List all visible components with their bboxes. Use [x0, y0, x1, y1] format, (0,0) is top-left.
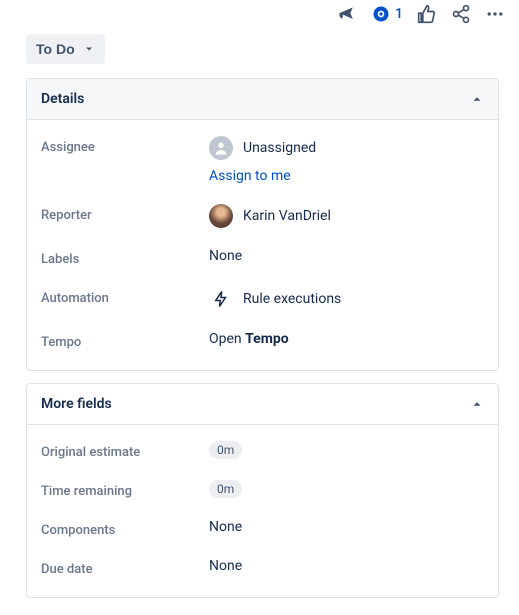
tempo-text: Open Tempo — [209, 331, 289, 347]
tempo-bold: Tempo — [245, 331, 289, 347]
reporter-name: Karin VanDriel — [243, 208, 331, 224]
status-row: To Do — [0, 34, 519, 78]
labels-text: None — [209, 248, 242, 264]
automation-line[interactable]: Rule executions — [209, 287, 341, 311]
original-estimate-label: Original estimate — [41, 441, 209, 460]
assignee-line[interactable]: Unassigned — [209, 136, 316, 160]
assignee-value: Unassigned Assign to me — [209, 136, 316, 184]
reporter-row: Reporter Karin VanDriel — [27, 194, 498, 238]
components-row: Components None — [27, 509, 498, 548]
components-text: None — [209, 519, 242, 535]
due-date-label: Due date — [41, 558, 209, 577]
eye-icon — [371, 4, 391, 24]
more-fields-title: More fields — [41, 396, 112, 412]
automation-label: Automation — [41, 287, 209, 306]
watch-count: 1 — [395, 6, 403, 22]
tempo-label: Tempo — [41, 331, 209, 350]
more-fields-body: Original estimate 0m Time remaining 0m C… — [27, 425, 498, 597]
more-icon[interactable] — [485, 4, 505, 24]
assignee-label: Assignee — [41, 136, 209, 155]
person-icon — [209, 136, 233, 160]
time-remaining-pill: 0m — [209, 480, 242, 498]
automation-text: Rule executions — [243, 291, 341, 307]
chevron-up-icon — [470, 92, 484, 106]
tempo-value[interactable]: Open Tempo — [209, 331, 289, 347]
chevron-up-icon — [470, 397, 484, 411]
more-fields-panel: More fields Original estimate 0m Time re… — [26, 383, 499, 598]
details-header[interactable]: Details — [27, 79, 498, 120]
feedback-icon[interactable] — [337, 4, 357, 24]
details-panel: Details Assignee Unassigned Assign to me… — [26, 78, 499, 371]
assignee-row: Assignee Unassigned Assign to me — [27, 126, 498, 194]
assignee-name: Unassigned — [243, 140, 316, 156]
tempo-prefix: Open — [209, 331, 245, 347]
tempo-row: Tempo Open Tempo — [27, 321, 498, 360]
more-fields-header[interactable]: More fields — [27, 384, 498, 425]
details-body: Assignee Unassigned Assign to me Reporte… — [27, 120, 498, 370]
automation-value: Rule executions — [209, 287, 341, 311]
original-estimate-value[interactable]: 0m — [209, 441, 242, 459]
avatar — [209, 204, 233, 228]
due-date-text: None — [209, 558, 242, 574]
details-title: Details — [41, 91, 84, 107]
time-remaining-row: Time remaining 0m — [27, 470, 498, 509]
status-label: To Do — [36, 41, 75, 57]
labels-value[interactable]: None — [209, 248, 242, 264]
bolt-icon — [209, 287, 233, 311]
labels-row: Labels None — [27, 238, 498, 277]
top-actions: 1 — [0, 0, 519, 34]
original-estimate-pill: 0m — [209, 441, 242, 459]
time-remaining-value[interactable]: 0m — [209, 480, 242, 498]
automation-row: Automation Rule executions — [27, 277, 498, 321]
reporter-label: Reporter — [41, 204, 209, 223]
components-label: Components — [41, 519, 209, 538]
watch-button[interactable]: 1 — [371, 4, 403, 24]
labels-label: Labels — [41, 248, 209, 267]
share-icon[interactable] — [451, 4, 471, 24]
assign-to-me-link[interactable]: Assign to me — [209, 168, 316, 184]
due-date-row: Due date None — [27, 548, 498, 587]
reporter-line[interactable]: Karin VanDriel — [209, 204, 331, 228]
components-value[interactable]: None — [209, 519, 242, 535]
due-date-value[interactable]: None — [209, 558, 242, 574]
like-icon[interactable] — [417, 4, 437, 24]
time-remaining-label: Time remaining — [41, 480, 209, 499]
original-estimate-row: Original estimate 0m — [27, 431, 498, 470]
status-dropdown[interactable]: To Do — [26, 34, 105, 64]
chevron-down-icon — [83, 43, 95, 55]
reporter-value: Karin VanDriel — [209, 204, 331, 228]
